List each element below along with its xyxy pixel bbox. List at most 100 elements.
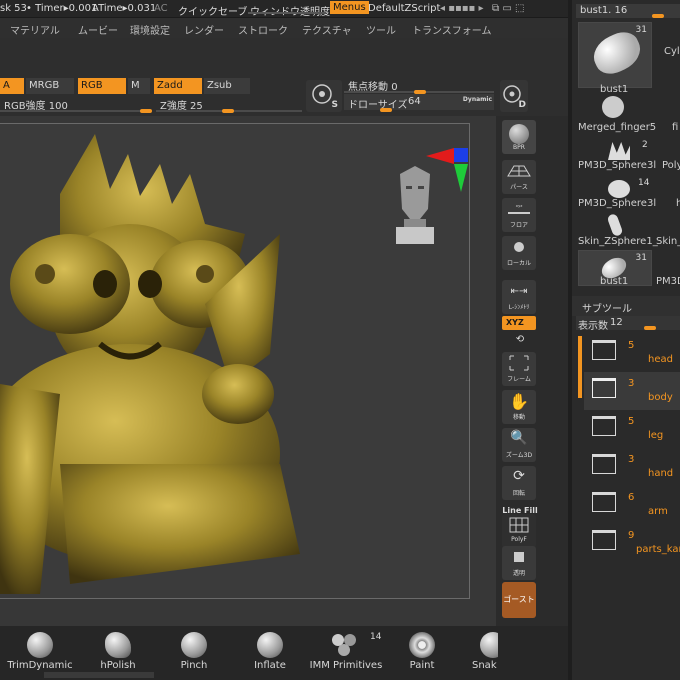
current-tool-slider[interactable]: bust1. 16 [576,4,680,18]
transparency-button[interactable]: 透明 [502,546,536,580]
shelf-scrollbar[interactable] [44,672,154,678]
subtool-item-arm[interactable]: 6 arm [584,486,680,524]
zadd-toggle[interactable]: Zadd [154,78,202,94]
subtool-item-body[interactable]: 3 body [584,372,680,410]
rgb-toggle[interactable]: RGB [78,78,126,94]
bpr-button[interactable]: BPR [502,120,536,154]
folder-icon [592,530,616,550]
current-tool-knob[interactable] [652,14,664,18]
visible-count-knob[interactable] [644,326,656,330]
subtool-item-hand[interactable]: 3 hand [584,448,680,486]
dynamic-toggle[interactable]: Dynamic [463,96,492,103]
menu-render[interactable]: レンダー [184,22,224,37]
zoom3d-button[interactable]: 🔍 ズーム3D [502,428,536,462]
quicksave-button[interactable]: クイックセーブ [178,3,247,18]
zsub-toggle[interactable]: Zsub [204,78,250,94]
subtool-scroll-indicator[interactable] [578,336,582,398]
draw-size-slider[interactable]: ドローサイズ 64 Dynamic [344,94,494,111]
imm-sphere-icon-3 [338,644,350,656]
a-toggle[interactable]: A [0,78,24,94]
top-status-bar: sk 53 • Timer▸0.001 ATime▸0.031 AC クイックセ… [0,0,568,18]
xyz-toggle[interactable]: XYZ [502,316,536,330]
frame-corners-icon [509,355,529,371]
brush-settings-bar: A MRGB RGB M Zadd Zsub RGB強度 100 Z強度 25 … [0,38,568,116]
draw-size-knob[interactable] [380,108,392,112]
subtool-header[interactable]: サブツール [572,296,680,316]
default-zscript-button[interactable]: DefaultZScript [368,3,440,14]
merged-finger-label: Merged_finger5 [578,122,657,133]
axis-gizmo-icon[interactable] [424,144,470,194]
brush-paint[interactable]: Paint [382,630,462,678]
frame-button[interactable]: フレーム [502,352,536,386]
pinch-label: Pinch [180,660,208,671]
brush-hpolish[interactable]: hPolish [78,630,158,678]
ghost-label: ゴースト [503,595,535,604]
skin-label: Skin_ [656,236,680,247]
ghost-button[interactable]: ゴースト [502,582,536,618]
subtool-item-parts[interactable]: 9 parts_kar [584,524,680,562]
brush-pinch[interactable]: Pinch [154,630,234,678]
scroll-grip-icon[interactable]: ◂ ▪▪▪▪ ▸ [440,3,484,14]
floor-xyz-icon: ˣʸᶻ [515,204,523,211]
m-toggle[interactable]: M [128,78,150,94]
atime-readout: ATime▸0.031 [92,3,157,14]
sphere3l-thumb-icon[interactable] [608,142,630,160]
polyframe-button[interactable]: PolyF [502,514,536,548]
h-label: h [676,198,680,209]
bust1-label: bust1 [600,84,629,95]
lsym-button[interactable]: ⇤⇥ L-ｼﾝﾒﾄﾘ [502,280,536,314]
brush-trimdynamic[interactable]: TrimDynamic [0,630,80,678]
rotate-button[interactable]: ⟳ 回転 [502,466,536,500]
rgb-intensity-knob[interactable] [140,109,152,113]
bpr-sphere-icon [509,124,529,144]
floor-button[interactable]: ˣʸᶻ フロア [502,198,536,232]
local-button[interactable]: ローカル [502,236,536,270]
lightbox-d-button[interactable]: D [500,80,528,112]
skin-zsphere-label: Skin_ZSphere1_ [578,236,658,247]
perspective-label: パース [510,184,528,191]
finger-thumb-icon[interactable] [602,96,624,118]
window-layout-icon[interactable]: ⧉ ▭ ⬚ [492,3,524,14]
menu-bar: マテリアル ムービー 環境設定 レンダー ストローク テクスチャ ツール トラン… [0,18,568,38]
y-rotate-icon[interactable]: ⟲ [496,334,544,345]
menu-stroke[interactable]: ストローク [238,22,288,37]
floor-label: フロア [509,222,528,229]
menus-toggle[interactable]: Menus [330,1,369,14]
sphere3l-2-thumb-icon[interactable] [608,180,630,198]
menu-transform[interactable]: トランスフォーム [412,22,492,37]
timer-readout: • Timer▸0.001 [26,3,98,14]
visible-count-slider[interactable]: 表示数 12 [576,316,680,332]
folder-icon [592,416,616,436]
document-canvas[interactable] [0,123,470,599]
subtool-count: 5 [628,416,635,427]
menu-material[interactable]: マテリアル [10,22,60,37]
hpolish-label: hPolish [100,660,136,671]
window-transparency-button[interactable]: ウィンドウ透明度 [250,3,330,18]
skin-zsphere-thumb-icon[interactable] [606,212,624,238]
menu-tool[interactable]: ツール [366,22,396,37]
menu-texture[interactable]: テクスチャ [302,22,352,37]
lightbox-s-button[interactable]: S [306,80,342,112]
z-intensity-knob[interactable] [222,109,234,113]
draw-size-value: 64 [408,96,421,107]
brush-snake[interactable]: Snak [458,630,498,678]
subtool-title: サブツール [582,304,632,315]
menu-movie[interactable]: ムービー [78,22,118,37]
subtool-item-head[interactable]: 5 head [584,334,680,372]
transparency-track[interactable] [248,12,326,14]
menu-preferences[interactable]: 環境設定 [130,22,170,37]
pinch-brush-icon [181,632,207,658]
move-button[interactable]: ✋ 移動 [502,390,536,424]
mrgb-toggle[interactable]: MRGB [26,78,74,94]
cyl-label: Cyl [664,46,680,57]
rgb-intensity-track[interactable] [0,110,150,112]
transparency-square-icon [514,552,524,562]
subtool-item-leg[interactable]: 5 leg [584,410,680,448]
lsym-label: L-ｼﾝﾒﾄﾘ [508,304,530,311]
perspective-button[interactable]: パース [502,160,536,194]
tool-thumb-bust1[interactable]: 31 [578,22,652,88]
brush-imm-primitives[interactable]: 14 IMM Primitives [306,630,386,678]
subtool-count: 9 [628,530,635,541]
brush-inflate[interactable]: Inflate [230,630,310,678]
current-tool-label: bust1. 16 [580,5,628,16]
